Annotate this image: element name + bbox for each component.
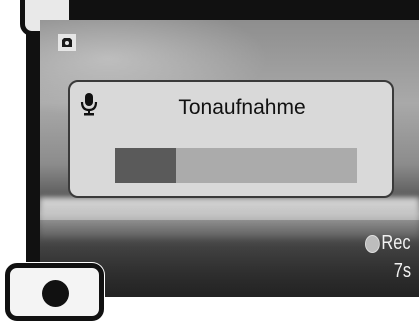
rec-status: Rec [365, 232, 411, 255]
record-indicator-icon [365, 234, 381, 253]
dialog-title: Tonaufnahme [178, 96, 306, 119]
record-icon [42, 280, 69, 307]
lcd-screen: Tonaufnahme Rec 7s [40, 20, 419, 297]
recording-time: 7s [393, 260, 411, 282]
audio-recording-dialog: Tonaufnahme [68, 80, 394, 198]
camera-display: Tonaufnahme Rec 7s [0, 0, 419, 326]
recording-progress-fill [115, 148, 176, 183]
camera-icon [58, 34, 76, 51]
rec-label: Rec [381, 232, 411, 254]
record-button[interactable] [5, 263, 104, 321]
recording-progress-bar [115, 148, 357, 183]
